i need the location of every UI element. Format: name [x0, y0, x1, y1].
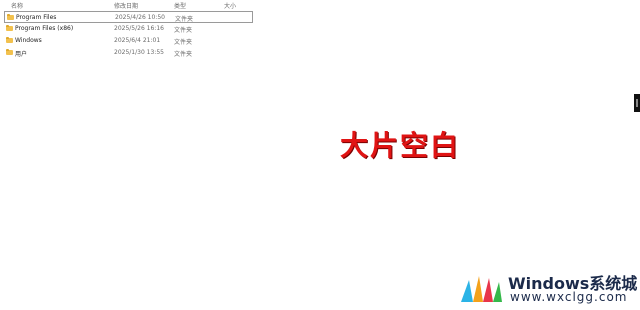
- file-row[interactable]: Program Files (x86) 2025/5/26 16:16 文件夹: [4, 23, 253, 35]
- column-size-header[interactable]: 大小: [224, 1, 236, 10]
- file-row[interactable]: Windows 2025/6/4 21:01 文件夹: [4, 35, 253, 47]
- folder-icon: [7, 14, 14, 20]
- watermark-url: www.wxclgg.com: [510, 290, 628, 304]
- column-name-header[interactable]: 名称: [11, 1, 23, 10]
- file-type: 文件夹: [174, 27, 193, 34]
- file-type: 文件夹: [174, 39, 193, 46]
- column-header: 名称 修改日期 类型 大小: [0, 0, 640, 10]
- column-type-header[interactable]: 类型: [174, 1, 186, 10]
- logo-stripe-icon: [461, 280, 473, 302]
- folder-icon: [6, 25, 13, 31]
- folder-icon: [6, 49, 13, 55]
- logo-stripe-icon: [493, 282, 502, 302]
- file-row[interactable]: 用户 2025/1/30 13:55 文件夹: [4, 47, 253, 59]
- logo-stripe-icon: [473, 276, 483, 302]
- file-date: 2025/4/26 10:50: [115, 14, 165, 21]
- windows-logo-icon: [461, 276, 502, 302]
- file-row[interactable]: Program Files 2025/4/26 10:50 文件夹: [4, 11, 253, 23]
- file-type: 文件夹: [174, 51, 193, 58]
- annotation-text: 大片空白: [340, 129, 461, 162]
- file-date: 2025/1/30 13:55: [114, 49, 164, 56]
- side-panel-handle[interactable]: [634, 94, 640, 112]
- file-type: 文件夹: [175, 16, 194, 23]
- file-name: Windows: [15, 37, 42, 44]
- file-date: 2025/5/26 16:16: [114, 25, 164, 32]
- file-name: Program Files: [16, 14, 57, 21]
- file-name: 用户: [15, 51, 28, 58]
- column-date-header[interactable]: 修改日期: [114, 1, 138, 10]
- logo-stripe-icon: [483, 278, 493, 302]
- file-name: Program Files (x86): [15, 25, 74, 32]
- folder-icon: [6, 37, 13, 43]
- file-date: 2025/6/4 21:01: [114, 37, 161, 44]
